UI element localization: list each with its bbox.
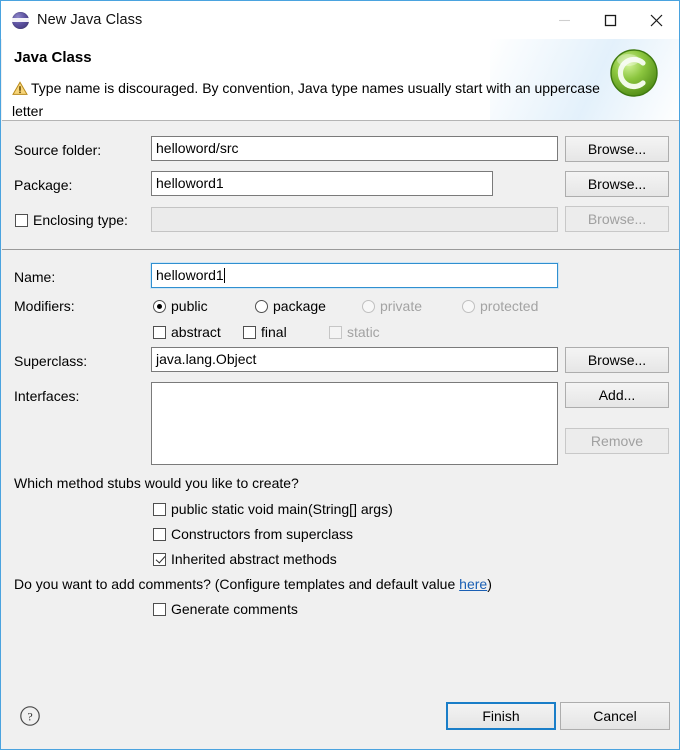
window-controls	[541, 1, 679, 39]
svg-text:?: ?	[27, 709, 32, 723]
window-title: New Java Class	[37, 12, 143, 28]
name-label: Name:	[14, 269, 56, 285]
java-class-icon	[12, 11, 29, 29]
finish-button[interactable]: Finish	[446, 702, 556, 730]
check-final-label: final	[261, 324, 287, 340]
modifier-check-static: static	[329, 324, 380, 340]
wizard-header: Java Class Type name is discouraged. By …	[2, 39, 679, 121]
source-folder-input[interactable]: helloword/src	[151, 136, 558, 161]
comments-question: Do you want to add comments? (Configure …	[14, 576, 492, 592]
configure-templates-link[interactable]: here	[459, 576, 487, 592]
enclosing-type-label: Enclosing type:	[33, 212, 128, 228]
package-browse-button[interactable]: Browse...	[565, 171, 669, 197]
page-title: Java Class	[14, 49, 92, 66]
check-inherited-abstract-box	[153, 552, 166, 566]
check-constructors-label: Constructors from superclass	[171, 526, 354, 542]
radio-package-label: package	[273, 298, 326, 314]
radio-private-indicator	[362, 299, 375, 313]
name-input-value: helloword1	[156, 267, 224, 283]
interfaces-label: Interfaces:	[14, 388, 80, 404]
package-label: Package:	[14, 177, 73, 193]
method-stubs-question: Which method stubs would you like to cre…	[14, 475, 299, 491]
help-icon[interactable]: ?	[19, 705, 41, 727]
radio-public-indicator	[153, 299, 166, 313]
modifier-radio-private: private	[362, 298, 422, 314]
generate-comments-checkbox[interactable]: Generate comments	[153, 601, 298, 617]
modifiers-label: Modifiers:	[14, 298, 75, 314]
check-abstract-label: abstract	[171, 324, 221, 340]
java-class-wizard-logo	[608, 47, 660, 99]
check-inherited-abstract-label: Inherited abstract methods	[171, 551, 337, 567]
name-input[interactable]: helloword1	[150, 262, 559, 289]
modifier-check-final[interactable]: final	[243, 324, 287, 340]
warning-triangle-icon	[12, 81, 28, 101]
close-button[interactable]	[633, 1, 679, 39]
text-caret	[223, 268, 225, 283]
check-static-box	[329, 325, 342, 339]
generate-comments-box	[153, 602, 166, 616]
maximize-button[interactable]	[587, 1, 633, 39]
modifier-radio-public[interactable]: public	[153, 298, 208, 314]
validation-message-text: Type name is discouraged. By convention,…	[12, 80, 600, 119]
modifier-radio-package[interactable]: package	[255, 298, 326, 314]
modifier-check-abstract[interactable]: abstract	[153, 324, 221, 340]
enclosing-type-checkbox-box	[15, 213, 28, 227]
package-input[interactable]: helloword1	[151, 171, 493, 196]
dialog-footer: ? Finish Cancel	[2, 683, 679, 749]
stub-check-inherited-abstract[interactable]: Inherited abstract methods	[153, 551, 337, 567]
superclass-label: Superclass:	[14, 353, 88, 369]
radio-package-indicator	[255, 299, 268, 313]
enclosing-type-input	[151, 207, 558, 232]
interfaces-remove-button: Remove	[565, 428, 669, 454]
validation-message: Type name is discouraged. By convention,…	[12, 78, 602, 120]
radio-public-label: public	[171, 298, 208, 314]
comments-question-prefix: Do you want to add comments? (Configure …	[14, 576, 460, 592]
radio-private-label: private	[380, 298, 423, 314]
title-bar: New Java Class	[1, 1, 679, 39]
check-constructors-box	[153, 527, 166, 541]
source-folder-label: Source folder:	[14, 142, 102, 158]
new-java-class-dialog: New Java Class Java Class Type name is d…	[0, 0, 680, 750]
source-folder-browse-button[interactable]: Browse...	[565, 136, 669, 162]
radio-protected-label: protected	[480, 298, 539, 314]
radio-protected-indicator	[462, 299, 475, 313]
cancel-button[interactable]: Cancel	[560, 702, 670, 730]
modifier-radio-protected: protected	[462, 298, 538, 314]
check-static-label: static	[347, 324, 380, 340]
enclosing-type-browse-button: Browse...	[565, 206, 669, 232]
interfaces-list[interactable]	[151, 382, 558, 465]
check-main-method-box	[153, 502, 166, 516]
generate-comments-label: Generate comments	[171, 601, 298, 617]
superclass-input[interactable]: java.lang.Object	[151, 347, 558, 372]
interfaces-add-button[interactable]: Add...	[565, 382, 669, 408]
check-final-box	[243, 325, 256, 339]
dialog-body: Source folder: helloword/src Browse... P…	[2, 121, 679, 682]
minimize-button[interactable]	[541, 1, 587, 39]
section-separator-top	[2, 249, 679, 250]
enclosing-type-checkbox[interactable]: Enclosing type:	[15, 212, 128, 228]
comments-question-suffix: )	[487, 576, 492, 592]
check-main-method-label: public static void main(String[] args)	[171, 501, 393, 517]
stub-check-main-method[interactable]: public static void main(String[] args)	[153, 501, 393, 517]
superclass-browse-button[interactable]: Browse...	[565, 347, 669, 373]
stub-check-constructors[interactable]: Constructors from superclass	[153, 526, 353, 542]
check-abstract-box	[153, 325, 166, 339]
